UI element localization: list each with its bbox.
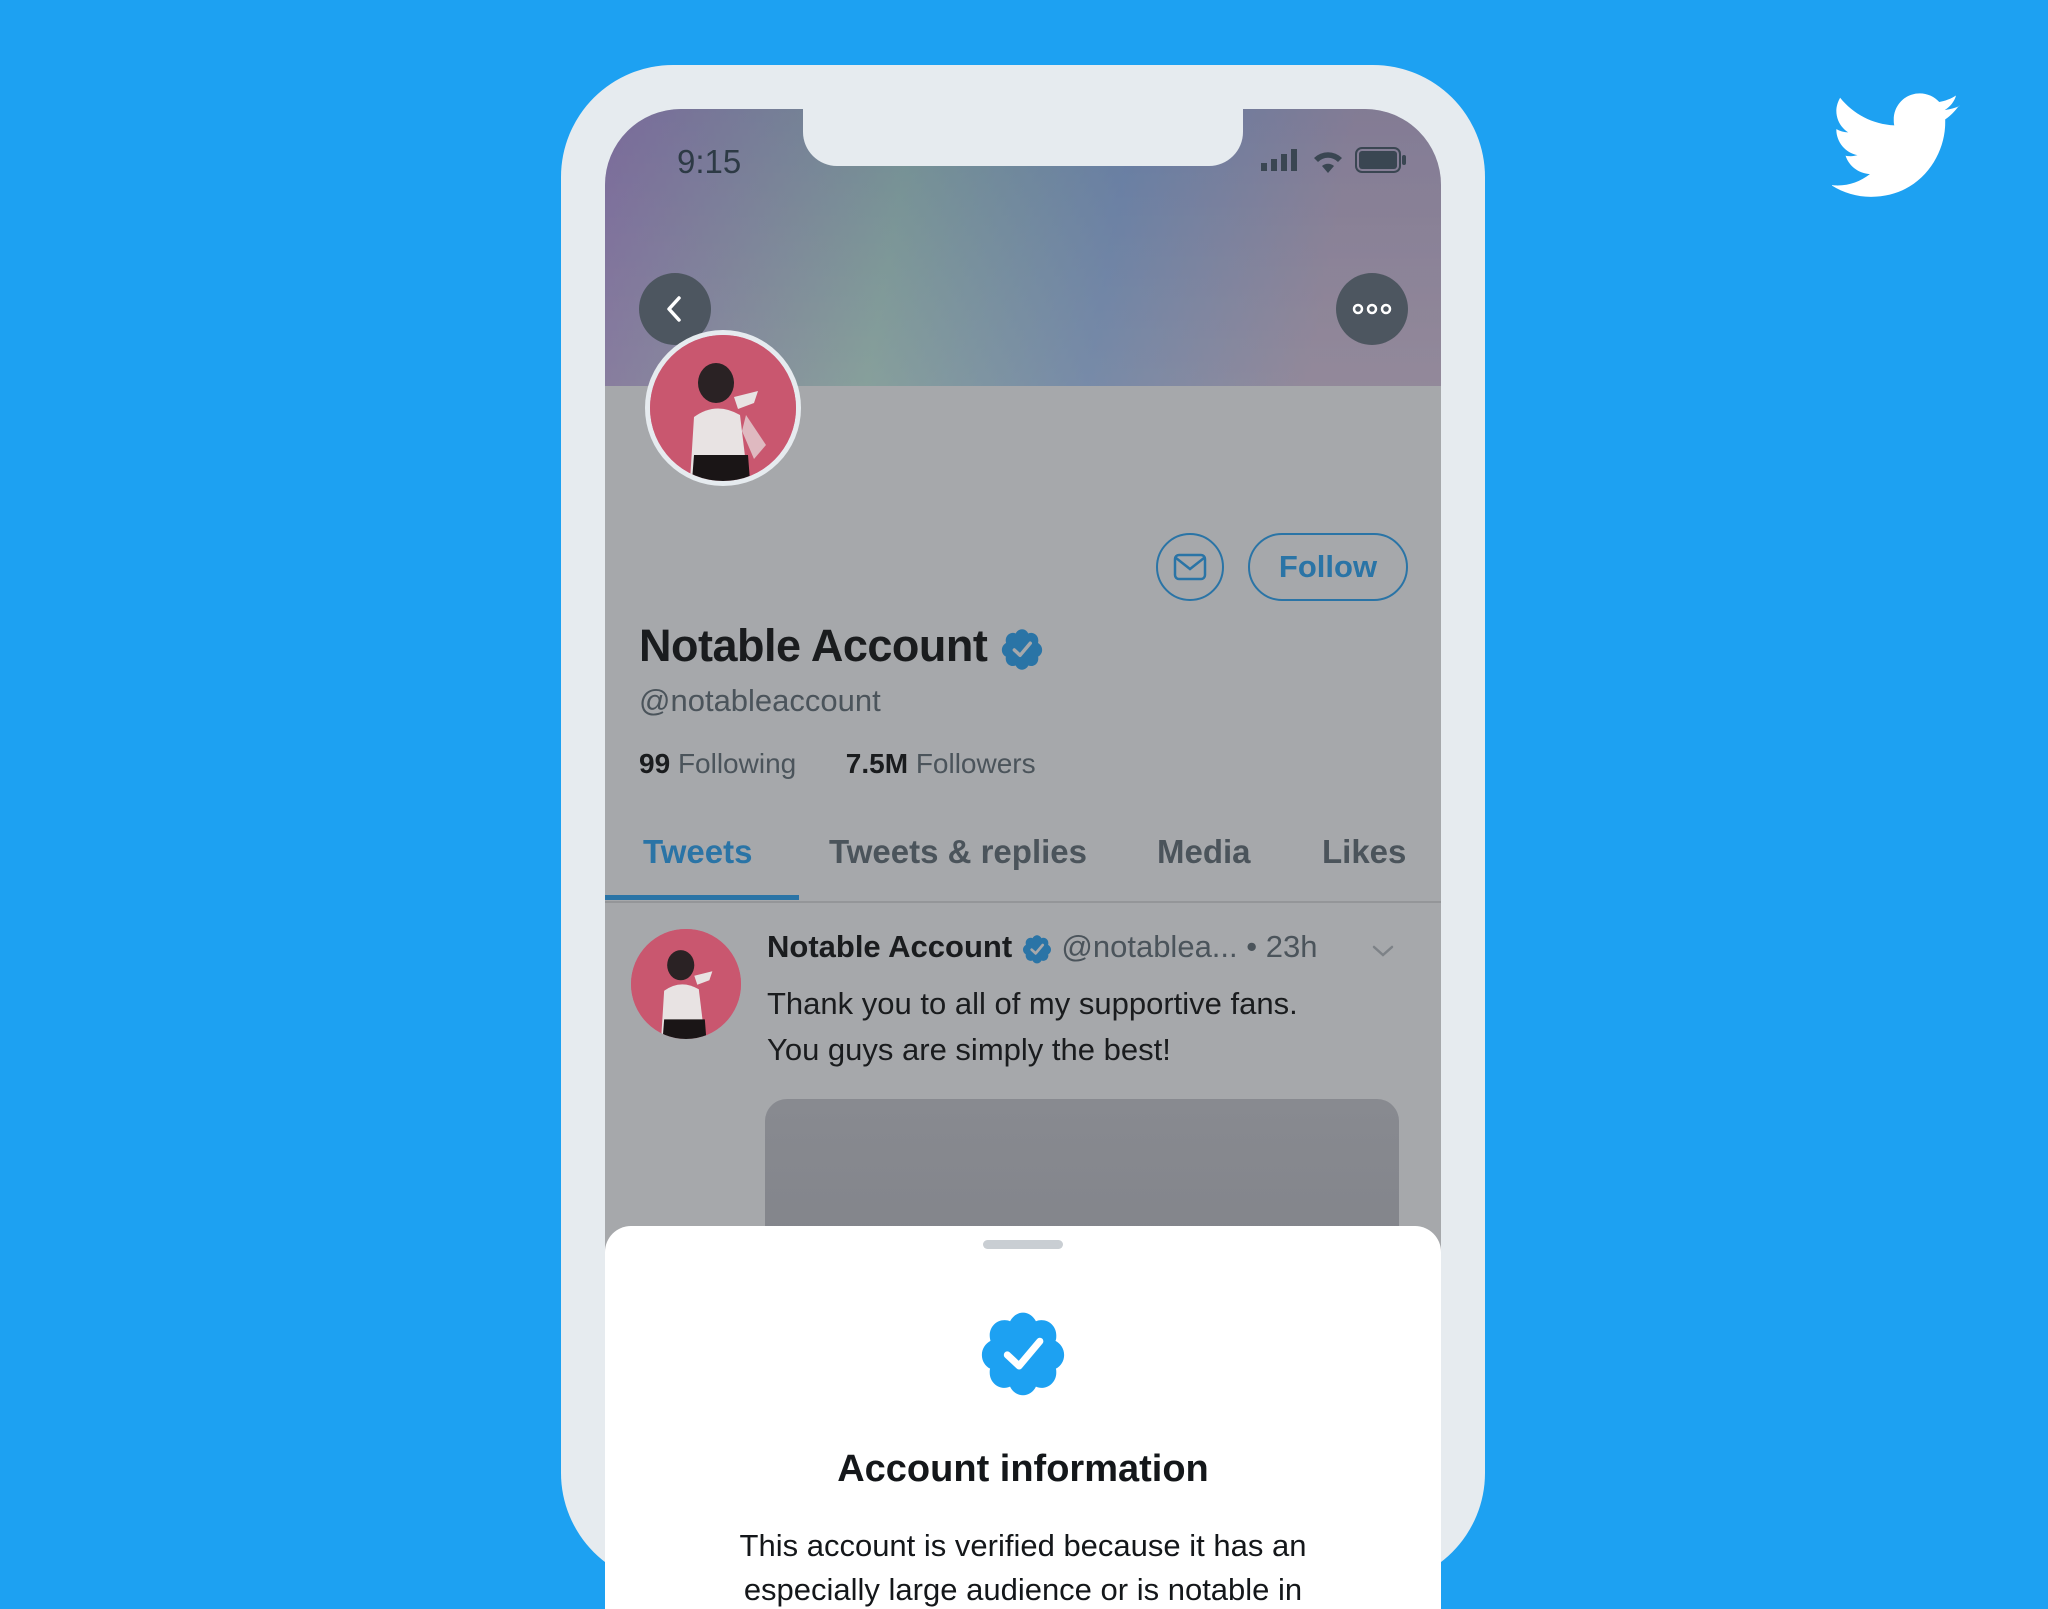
phone-notch bbox=[803, 109, 1243, 166]
tweet-time: 23h bbox=[1265, 929, 1318, 964]
tweet-text-line: Thank you to all of my supportive fans. bbox=[767, 986, 1298, 1021]
profile-counts: 99 Following 7.5M Followers bbox=[639, 748, 1036, 780]
profile-handle: @notableaccount bbox=[639, 683, 881, 718]
tab-media[interactable]: Media bbox=[1157, 833, 1251, 871]
tab-likes[interactable]: Likes bbox=[1322, 833, 1406, 871]
chevron-down-icon[interactable] bbox=[1371, 943, 1395, 959]
message-button[interactable] bbox=[1156, 533, 1224, 601]
phone-screen: 9:15 Follow Notable Account @notableacco… bbox=[605, 109, 1441, 1609]
account-info-sheet: Account information This account is veri… bbox=[605, 1226, 1441, 1609]
mail-icon bbox=[1173, 553, 1207, 581]
sheet-title: Account information bbox=[837, 1448, 1209, 1490]
following-link[interactable]: 99 Following bbox=[639, 748, 796, 779]
verified-badge-icon bbox=[981, 1312, 1065, 1396]
status-icons bbox=[1261, 147, 1407, 173]
status-time: 9:15 bbox=[677, 143, 742, 180]
sheet-body: This account is verified because it has … bbox=[739, 1528, 1307, 1607]
tweet-author[interactable]: Notable Account bbox=[767, 929, 1012, 964]
followers-link[interactable]: 7.5M Followers bbox=[846, 748, 1036, 779]
more-icon bbox=[1352, 303, 1392, 315]
phone-frame: 9:15 Follow Notable Account @notableacco… bbox=[561, 65, 1485, 1609]
profile-tabs: Tweets Tweets & replies Media Likes bbox=[605, 821, 1441, 903]
twitter-bird-icon bbox=[1832, 93, 1960, 197]
battery-icon bbox=[1355, 147, 1406, 173]
tweet-avatar[interactable] bbox=[631, 929, 741, 1039]
tweet-handle: @notablea... bbox=[1061, 929, 1238, 964]
display-name-text: Notable Account bbox=[639, 620, 988, 671]
avatar-photo bbox=[650, 335, 796, 481]
verified-badge-icon[interactable] bbox=[999, 626, 1045, 672]
verified-badge-icon bbox=[1022, 935, 1051, 964]
followers-count: 7.5M bbox=[845, 748, 909, 779]
sheet-grabber[interactable] bbox=[983, 1240, 1063, 1249]
back-arrow-icon bbox=[667, 296, 681, 322]
profile-display-name: Notable Account bbox=[639, 620, 1045, 672]
followers-label: Followers bbox=[915, 748, 1036, 779]
profile-avatar[interactable] bbox=[645, 330, 801, 486]
signal-icon bbox=[1261, 149, 1297, 171]
tab-tweets[interactable]: Tweets bbox=[643, 833, 752, 871]
tweet-header: Notable Account @notablea... • 23h bbox=[767, 929, 1318, 965]
tweet-text-line: You guys are simply the best! bbox=[767, 1032, 1171, 1067]
more-button[interactable] bbox=[1336, 273, 1408, 345]
tweet-avatar-photo bbox=[631, 929, 741, 1039]
following-label: Following bbox=[677, 748, 797, 779]
tweet-text: Thank you to all of my supportive fans. … bbox=[767, 981, 1407, 1073]
wifi-icon bbox=[1314, 152, 1342, 173]
following-count: 99 bbox=[639, 748, 671, 779]
tab-tweets-replies[interactable]: Tweets & replies bbox=[829, 833, 1087, 871]
tweet-separator: • bbox=[1246, 929, 1258, 964]
follow-button[interactable]: Follow bbox=[1248, 533, 1408, 601]
active-tab-indicator bbox=[605, 895, 799, 900]
